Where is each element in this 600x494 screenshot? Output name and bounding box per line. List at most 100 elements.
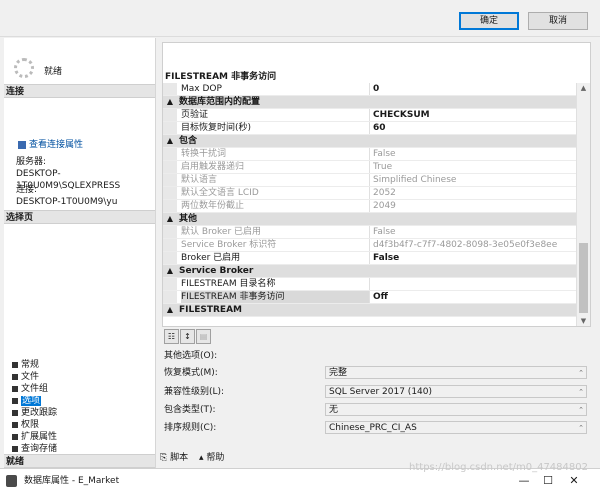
category-label: Service Broker bbox=[179, 266, 254, 276]
property-value[interactable]: 2049 bbox=[373, 200, 577, 212]
grid-property-row[interactable]: 默认 Broker 已启用 False bbox=[163, 226, 577, 239]
grid-property-row[interactable]: 页验证 CHECKSUM bbox=[163, 109, 577, 122]
row-gutter bbox=[163, 83, 177, 95]
view-connection-properties-link[interactable]: 查看连接属性 bbox=[18, 139, 83, 151]
row-gutter bbox=[163, 187, 177, 199]
progress-spinner-icon bbox=[14, 58, 34, 78]
property-value[interactable]: d4f3b4f7-c7f7-4802-8098-3e05e0f3e8ee bbox=[373, 239, 577, 251]
nav-item-permissions[interactable]: 权限 bbox=[12, 420, 39, 431]
link-icon bbox=[18, 140, 26, 149]
property-value[interactable]: 2052 bbox=[373, 187, 577, 199]
row-gutter bbox=[163, 291, 177, 303]
property-value[interactable]: Simplified Chinese bbox=[373, 174, 577, 186]
property-value[interactable]: Off bbox=[373, 291, 577, 303]
row-gutter bbox=[163, 109, 177, 121]
close-icon[interactable]: ✕ bbox=[566, 473, 582, 489]
scroll-up-icon[interactable]: ▲ bbox=[577, 83, 590, 93]
property-value[interactable]: True bbox=[373, 161, 577, 173]
grid-category[interactable]: ▲ 包含 bbox=[163, 135, 577, 148]
chevron-down-icon: ⌃ bbox=[578, 406, 584, 414]
property-name: 默认语言 bbox=[181, 174, 370, 186]
help-button[interactable]: ▴ 帮助 bbox=[199, 453, 224, 463]
server-label: 服务器: bbox=[16, 157, 47, 167]
recovery-model-label: 恢复模式(M): bbox=[164, 368, 218, 378]
window-title: 数据库属性 - E_Market bbox=[24, 476, 120, 486]
property-name: Broker 已启用 bbox=[181, 252, 370, 264]
property-name: 默认全文语言 LCID bbox=[181, 187, 370, 199]
property-value[interactable]: False bbox=[373, 226, 577, 238]
collapse-icon[interactable]: ▲ bbox=[163, 265, 177, 277]
minimize-icon[interactable]: — bbox=[516, 473, 532, 489]
grid-category[interactable]: ▲ FILESTREAM bbox=[163, 304, 577, 317]
maximize-icon[interactable]: ☐ bbox=[540, 473, 556, 489]
grid-category[interactable]: ▲ 其他 bbox=[163, 213, 577, 226]
property-value[interactable]: 60 bbox=[373, 122, 577, 134]
grid-property-row[interactable]: 转换干扰词 False bbox=[163, 148, 577, 161]
row-gutter bbox=[163, 148, 177, 160]
collation-select[interactable]: Chinese_PRC_CI_AS ⌃ bbox=[325, 421, 587, 434]
script-button[interactable]: ⎘ 脚本 bbox=[160, 453, 188, 463]
scroll-down-icon[interactable]: ▼ bbox=[577, 316, 590, 326]
grid-category[interactable]: ▲ Service Broker bbox=[163, 265, 577, 278]
page-icon bbox=[12, 361, 18, 368]
grid-property-row[interactable]: Max DOP 0 bbox=[163, 83, 577, 96]
recovery-model-select[interactable]: 完整 ⌃ bbox=[325, 366, 587, 379]
property-value[interactable]: False bbox=[373, 148, 577, 160]
containment-type-select[interactable]: 无 ⌃ bbox=[325, 403, 587, 416]
script-icon: ⎘ bbox=[160, 453, 171, 463]
nav-item-options[interactable]: 选项 bbox=[12, 396, 42, 407]
grid-property-row[interactable]: 两位数年份截止 2049 bbox=[163, 200, 577, 213]
grid-category[interactable]: ▲ 数据库范围内的配置 bbox=[163, 96, 577, 109]
grid-property-row[interactable]: FILESTREAM 目录名称 bbox=[163, 278, 577, 291]
property-value[interactable]: False bbox=[373, 252, 577, 264]
dialog-top-bar: 确定 取消 bbox=[0, 0, 600, 37]
collation-label: 排序规则(C): bbox=[164, 423, 217, 433]
chevron-down-icon: ⌃ bbox=[578, 369, 584, 377]
collapse-icon[interactable]: ▲ bbox=[163, 213, 177, 225]
nav-item-general[interactable]: 常规 bbox=[12, 360, 39, 371]
connection-label: 连接: bbox=[16, 185, 38, 195]
page-icon bbox=[12, 409, 18, 416]
scroll-thumb[interactable] bbox=[579, 243, 588, 313]
grid-property-row[interactable]: 默认全文语言 LCID 2052 bbox=[163, 187, 577, 200]
compatibility-level-select[interactable]: SQL Server 2017 (140) ⌃ bbox=[325, 385, 587, 398]
recovery-model-row: 恢复模式(M): 完整 ⌃ bbox=[162, 366, 590, 380]
grid-property-row[interactable]: FILESTREAM 非事务访问 Off bbox=[163, 291, 577, 304]
containment-type-row: 包含类型(T): 无 ⌃ bbox=[162, 403, 590, 417]
categorized-icon[interactable]: ☷ bbox=[164, 329, 179, 344]
row-gutter bbox=[163, 226, 177, 238]
grid-property-row[interactable]: Broker 已启用 False bbox=[163, 252, 577, 265]
left-pane: 就绪 连接 查看连接属性 服务器: DESKTOP-1T0U0M9\SQLEXP… bbox=[4, 38, 156, 468]
collation-row: 排序规则(C): Chinese_PRC_CI_AS ⌃ bbox=[162, 421, 590, 435]
collapse-icon[interactable]: ▲ bbox=[163, 96, 177, 108]
property-pages-icon[interactable]: ▤ bbox=[196, 329, 211, 344]
property-name: 启用触发器递归 bbox=[181, 161, 370, 173]
nav-item-files[interactable]: 文件 bbox=[12, 372, 39, 383]
progress-label: 就绪 bbox=[44, 67, 63, 77]
grid-property-row[interactable]: 目标恢复时间(秒) 60 bbox=[163, 122, 577, 135]
collapse-icon[interactable]: ▲ bbox=[163, 304, 177, 316]
row-gutter bbox=[163, 239, 177, 251]
nav-item-change-tracking[interactable]: 更改跟踪 bbox=[12, 408, 57, 419]
alphabetical-icon[interactable]: ↕ bbox=[180, 329, 195, 344]
containment-type-label: 包含类型(T): bbox=[164, 405, 216, 415]
property-grid-title: FILESTREAM 非事务访问 bbox=[163, 43, 590, 83]
property-value[interactable] bbox=[373, 278, 577, 290]
cancel-button[interactable]: 取消 bbox=[528, 12, 588, 30]
property-name: Service Broker 标识符 bbox=[181, 239, 370, 251]
chevron-down-icon: ⌃ bbox=[578, 388, 584, 396]
property-grid[interactable]: FILESTREAM 非事务访问 Max DOP 0 ▲ 数据库范围内的配置 页验证 CH… bbox=[162, 42, 591, 327]
grid-property-row[interactable]: 启用触发器递归 True bbox=[163, 161, 577, 174]
property-value[interactable]: CHECKSUM bbox=[373, 109, 577, 121]
row-gutter bbox=[163, 161, 177, 173]
collapse-icon[interactable]: ▲ bbox=[163, 135, 177, 147]
grid-property-row[interactable]: 默认语言 Simplified Chinese bbox=[163, 174, 577, 187]
page-icon bbox=[12, 433, 18, 440]
ok-button[interactable]: 确定 bbox=[459, 12, 519, 30]
grid-scrollbar[interactable]: ▲ ▼ bbox=[576, 83, 590, 326]
right-pane: FILESTREAM 非事务访问 Max DOP 0 ▲ 数据库范围内的配置 页验证 CH… bbox=[160, 42, 591, 447]
grid-property-row[interactable]: Service Broker 标识符 d4f3b4f7-c7f7-4802-809… bbox=[163, 239, 577, 252]
property-value[interactable]: 0 bbox=[373, 83, 577, 95]
nav-item-extended-properties[interactable]: 扩展属性 bbox=[12, 432, 57, 443]
nav-item-filegroups[interactable]: 文件组 bbox=[12, 384, 48, 395]
